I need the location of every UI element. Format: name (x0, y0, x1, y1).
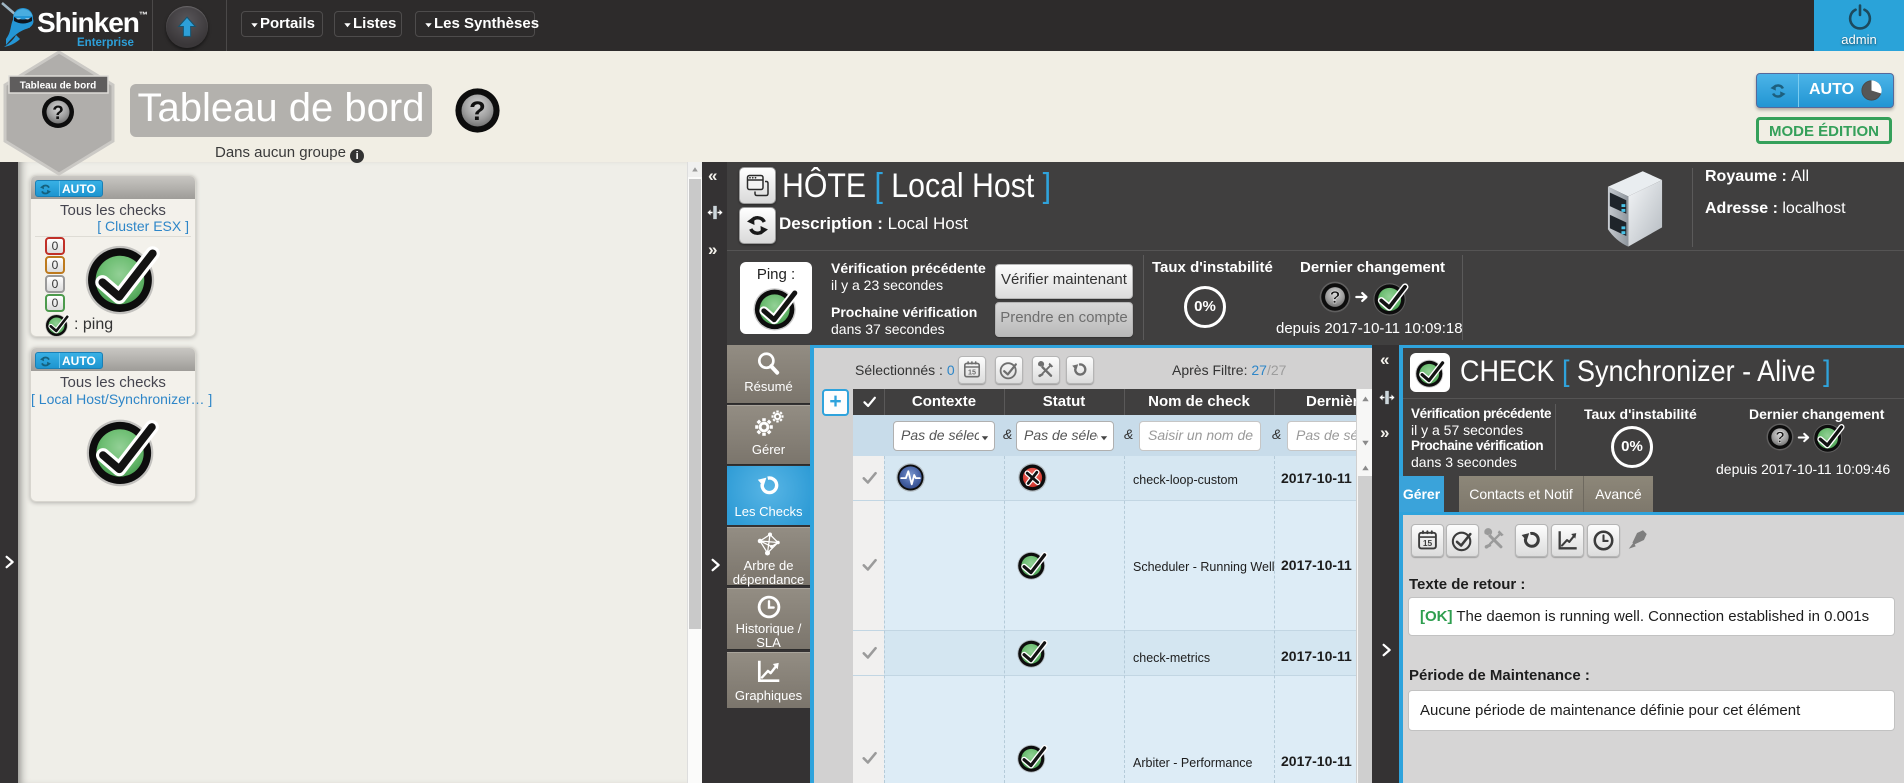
svg-text:?: ? (52, 103, 64, 124)
svg-text:?: ? (469, 95, 486, 126)
svg-text:Tableau de bord: Tableau de bord (20, 81, 97, 92)
